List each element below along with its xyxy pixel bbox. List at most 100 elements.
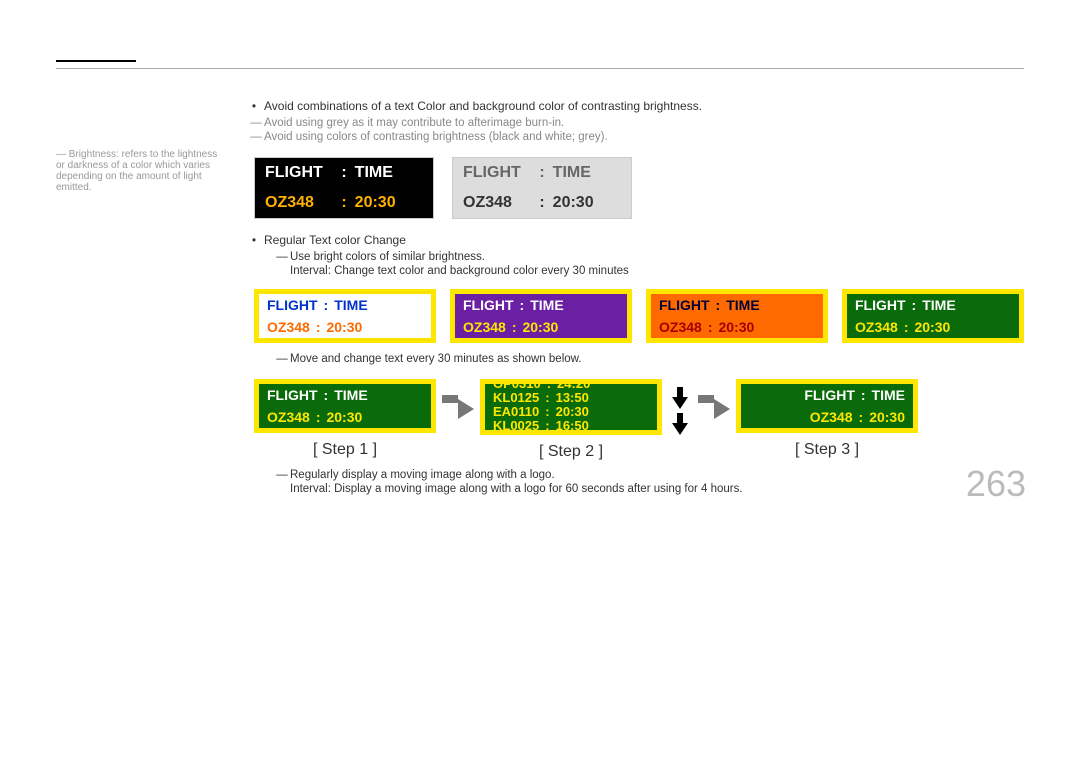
header-rule-short bbox=[56, 60, 136, 62]
step-2-label: [ Step 2 ] bbox=[480, 443, 662, 461]
scroll-row: KL0125:13:50 bbox=[485, 391, 657, 405]
steps-row: FLIGHT:TIME OZ348:20:30 [ Step 1 ] OP031… bbox=[254, 379, 1024, 461]
scroll-sep: : bbox=[545, 419, 549, 433]
board-sep: : bbox=[341, 164, 346, 182]
bullet-text: Regular Text color Change bbox=[264, 233, 406, 247]
chip-header: FLIGHT: TIME bbox=[847, 294, 1019, 316]
step-1-label: [ Step 1 ] bbox=[254, 441, 436, 459]
chip-time: TIME bbox=[922, 297, 955, 313]
down-arrows-group bbox=[672, 379, 688, 435]
chip-clock: 20:30 bbox=[326, 409, 362, 425]
chip-flight: FLIGHT bbox=[463, 297, 514, 313]
chip-sep: : bbox=[904, 319, 909, 335]
subnote-text: Avoid using colors of contrasting bright… bbox=[264, 131, 608, 143]
sub-logo: ― Regularly display a moving image along… bbox=[274, 469, 1024, 481]
step-1-chip: FLIGHT: TIME OZ348:20:30 bbox=[254, 379, 436, 433]
scroll-time: 16:50 bbox=[556, 419, 589, 433]
header-rule-full bbox=[56, 68, 1024, 69]
subnote-dash: ― bbox=[248, 131, 264, 143]
chip-clock: 20:30 bbox=[718, 319, 754, 335]
example-block-logo: ― Regularly display a moving image along… bbox=[244, 469, 1024, 495]
step-2-box: OP0310:24:20 KL0125:13:50 EA0110:20:30 K… bbox=[480, 379, 662, 461]
arrow-down-icon bbox=[672, 387, 688, 409]
arrow-right-icon bbox=[698, 379, 730, 419]
chip-flight: FLIGHT bbox=[267, 387, 318, 403]
sub-interval-text: Interval: Change text color and backgrou… bbox=[274, 265, 1024, 277]
scroll-row: EA0110:20:30 bbox=[485, 405, 657, 419]
color-variation-row: FLIGHT:TIME OZ348:20:30 FLIGHT:TIME OZ34… bbox=[254, 289, 1024, 343]
chip-flight: FLIGHT bbox=[267, 297, 318, 313]
chip-flight: FLIGHT bbox=[659, 297, 710, 313]
scroll-code: EA0110 bbox=[493, 405, 539, 419]
board-time-label: TIME bbox=[553, 164, 621, 182]
board-black: FLIGHT : TIME OZ348 : 20:30 bbox=[254, 157, 434, 219]
chip-sep: : bbox=[316, 409, 321, 425]
sub-move-text: Move and change text every 30 minutes as… bbox=[290, 353, 582, 365]
board-flight-label: FLIGHT bbox=[265, 164, 333, 182]
page-container: ― Brightness: refers to the lightness or… bbox=[0, 0, 1080, 535]
chip-code: OZ348 bbox=[463, 319, 506, 335]
chip-sep: : bbox=[324, 387, 329, 403]
chip-flight: FLIGHT bbox=[855, 297, 906, 313]
dash: ― bbox=[274, 251, 290, 263]
scrolling-chip: OP0310:24:20 KL0125:13:50 EA0110:20:30 K… bbox=[480, 379, 662, 435]
board-data-row: OZ348 : 20:30 bbox=[255, 188, 433, 218]
sub-logo-text: Regularly display a moving image along w… bbox=[290, 469, 555, 481]
step-3-chip: FLIGHT:TIME OZ348:20:30 bbox=[736, 379, 918, 433]
sub-move: ― Move and change text every 30 minutes … bbox=[274, 353, 1024, 365]
chip-code: OZ348 bbox=[810, 409, 853, 425]
chip-green: FLIGHT:TIME OZ348:20:30 bbox=[842, 289, 1024, 343]
sub-bright: ― Use bright colors of similar brightnes… bbox=[274, 251, 1024, 263]
example-block-bright: ― Use bright colors of similar brightnes… bbox=[244, 251, 1024, 277]
board-clock: 20:30 bbox=[355, 194, 423, 212]
chip-time: TIME bbox=[334, 387, 367, 403]
arrow-down-icon bbox=[672, 413, 688, 435]
chip-sep: : bbox=[859, 409, 864, 425]
board-header: FLIGHT : TIME bbox=[255, 158, 433, 188]
dash: ― bbox=[274, 469, 290, 481]
scroll-time: 20:30 bbox=[556, 405, 589, 419]
board-header: FLIGHT : TIME bbox=[453, 158, 631, 188]
board-sep: : bbox=[539, 164, 544, 182]
scroll-code: KL0025 bbox=[493, 419, 539, 433]
chip-data: OZ348:20:30 bbox=[651, 316, 823, 338]
page-number: 263 bbox=[966, 463, 1026, 505]
board-flight-label: FLIGHT bbox=[463, 164, 531, 182]
scroll-row: KL0025:16:50 bbox=[485, 419, 657, 433]
dash: ― bbox=[274, 353, 290, 365]
sidenote-dash: ― bbox=[56, 149, 66, 160]
sub-bright-text: Use bright colors of similar brightness. bbox=[290, 251, 485, 263]
chip-sep: : bbox=[912, 297, 917, 313]
bullet-avoid-contrast: • Avoid combinations of a text Color and… bbox=[244, 99, 1024, 113]
board-grey: FLIGHT : TIME OZ348 : 20:30 bbox=[452, 157, 632, 219]
subnote-grey: ― Avoid using grey as it may contribute … bbox=[248, 117, 1024, 129]
chip-clock: 20:30 bbox=[869, 409, 905, 425]
subnote-dash: ― bbox=[248, 117, 264, 129]
board-data-row: OZ348 : 20:30 bbox=[453, 188, 631, 218]
bullet-regular-change: • Regular Text color Change bbox=[244, 233, 1024, 247]
chip-sep: : bbox=[520, 297, 525, 313]
step-3-label: [ Step 3 ] bbox=[736, 441, 918, 459]
scroll-sep: : bbox=[545, 391, 549, 405]
chip-clock: 20:30 bbox=[522, 319, 558, 335]
chip-sep: : bbox=[324, 297, 329, 313]
board-sep: : bbox=[341, 194, 346, 212]
subnote-contrast-colors: ― Avoid using colors of contrasting brig… bbox=[248, 131, 1024, 143]
board-code: OZ348 bbox=[265, 194, 333, 212]
board-sep: : bbox=[539, 194, 544, 212]
bullet-marker: • bbox=[244, 233, 264, 247]
chip-data: OZ348:20:30 bbox=[259, 406, 431, 428]
bullet-marker: • bbox=[244, 99, 264, 113]
step-1-box: FLIGHT: TIME OZ348:20:30 [ Step 1 ] bbox=[254, 379, 436, 459]
chip-header: FLIGHT:TIME bbox=[455, 294, 627, 316]
two-column-layout: ― Brightness: refers to the lightness or… bbox=[56, 99, 1024, 495]
chip-sep: : bbox=[512, 319, 517, 335]
chip-data: OZ348:20:30 bbox=[741, 406, 913, 428]
chip-purple: FLIGHT:TIME OZ348:20:30 bbox=[450, 289, 632, 343]
chip-data: OZ348:20:30 bbox=[455, 316, 627, 338]
example-block-move: ― Move and change text every 30 minutes … bbox=[244, 353, 1024, 365]
chip-sep: : bbox=[716, 297, 721, 313]
board-time-label: TIME bbox=[355, 164, 423, 182]
chip-white-blue: FLIGHT:TIME OZ348:20:30 bbox=[254, 289, 436, 343]
chip-code: OZ348 bbox=[267, 319, 310, 335]
